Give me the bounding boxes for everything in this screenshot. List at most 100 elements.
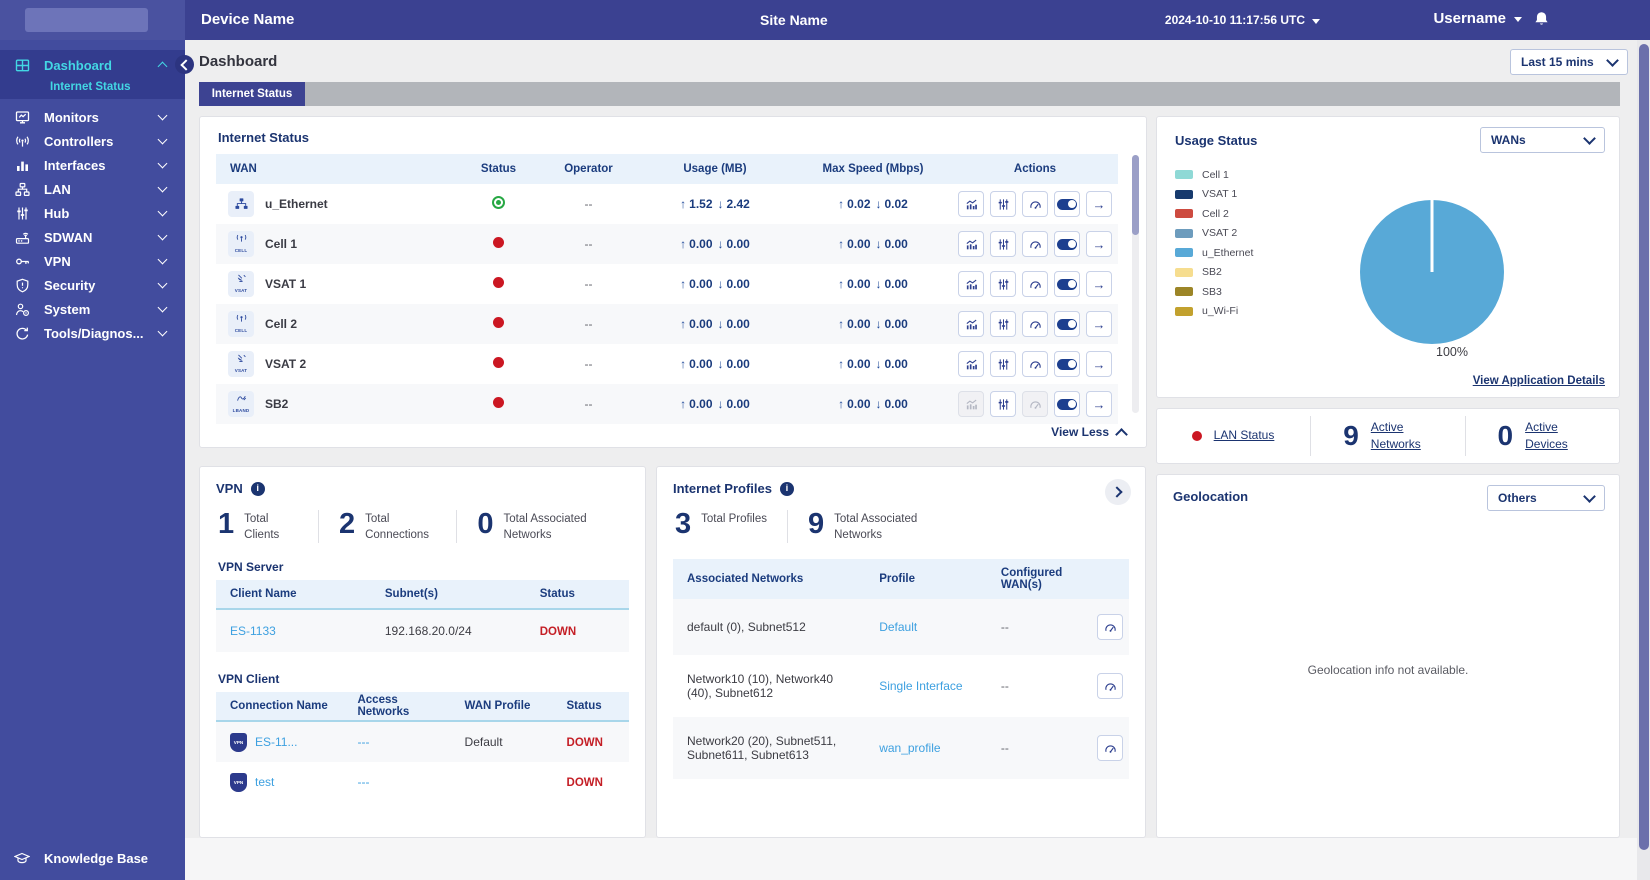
usage-chart-button[interactable] (958, 231, 984, 257)
configure-button[interactable] (990, 351, 1016, 377)
usage-pie-chart[interactable] (1360, 200, 1504, 344)
user-menu[interactable]: Username (1433, 10, 1522, 27)
subnets-value: 192.168.20.0/24 (384, 624, 472, 639)
sidebar-item-system[interactable]: System (0, 297, 185, 321)
upload-icon (680, 397, 686, 411)
profile-link[interactable]: wan_profile (879, 741, 940, 755)
wan-details-button[interactable] (1086, 191, 1112, 217)
status-down-icon (493, 237, 504, 248)
legend-item: SB3 (1175, 282, 1253, 302)
sidebar-item-dashboard[interactable]: Dashboard (0, 53, 185, 77)
active-devices-link[interactable]: Active Devices (1525, 419, 1587, 454)
vpn-client-link[interactable]: ES-1133 (230, 624, 276, 638)
arrow-right-icon (1093, 237, 1106, 252)
geolocation-source-select[interactable]: Others (1487, 485, 1605, 511)
speed-test-button[interactable] (1022, 351, 1048, 377)
profile-link[interactable]: Single Interface (879, 679, 962, 693)
toggle-on-icon (1057, 358, 1077, 370)
configured-wans-value: -- (1000, 620, 1009, 635)
vpn-client-heading: VPN Client (218, 672, 280, 687)
usage-chart-button[interactable] (958, 271, 984, 297)
vpn-panel: VPN 1Total Clients 2Total Connections 0T… (199, 466, 646, 838)
table-row: test --- DOWN (216, 762, 629, 802)
profile-link[interactable]: Default (879, 620, 917, 634)
time-range-select[interactable]: Last 15 mins (1510, 49, 1628, 75)
notifications-button[interactable] (1533, 10, 1550, 28)
configure-button[interactable] (990, 271, 1016, 297)
download-icon (718, 237, 724, 251)
wan-toggle[interactable] (1054, 271, 1080, 297)
download-icon (876, 397, 882, 411)
connection-link[interactable]: ES-11... (255, 735, 297, 749)
sidebar-item-sdwan[interactable]: SDWAN (0, 225, 185, 249)
knowledge-base-link[interactable]: Knowledge Base (0, 851, 185, 866)
sidebar-item-interfaces[interactable]: Interfaces (0, 153, 185, 177)
speed-test-button[interactable] (1022, 311, 1048, 337)
view-application-details-link[interactable]: View Application Details (1473, 375, 1605, 387)
chart-legend: Cell 1 VSAT 1 Cell 2 VSAT 2 u_Ethernet S… (1175, 165, 1253, 321)
download-icon (876, 277, 882, 291)
active-networks-link[interactable]: Active Networks (1371, 419, 1433, 454)
vpn-stats: 1 Total Clients 2 Total Connections 0 Total… (216, 510, 629, 544)
wan-toggle[interactable] (1054, 351, 1080, 377)
chevron-down-icon (157, 110, 168, 121)
info-icon[interactable] (779, 481, 794, 496)
sidebar-item-security[interactable]: Security (0, 273, 185, 297)
usage-down: 0.00 (726, 237, 750, 251)
sidebar-item-controllers[interactable]: Controllers (0, 129, 185, 153)
wan-details-button[interactable] (1086, 271, 1112, 297)
connection-link[interactable]: test (255, 775, 274, 789)
tab-internet-status[interactable]: Internet Status (199, 82, 305, 106)
speed-test-button[interactable] (1022, 231, 1048, 257)
datetime-dropdown[interactable]: 2024-10-10 11:17:56 UTC (1165, 13, 1320, 27)
wan-toggle[interactable] (1054, 311, 1080, 337)
scrollbar-thumb[interactable] (1638, 44, 1649, 851)
view-less-link[interactable]: View Less (1051, 425, 1128, 441)
arrow-right-icon (1093, 197, 1106, 212)
profiles-expand-button[interactable] (1105, 479, 1131, 505)
usage-chart-button[interactable] (958, 191, 984, 217)
usage-chart-button[interactable] (958, 351, 984, 377)
operator-value: -- (584, 197, 593, 211)
legend-item: Cell 2 (1175, 204, 1253, 224)
upload-icon (838, 357, 844, 371)
wan-details-button[interactable] (1086, 231, 1112, 257)
pie-slice-divider (1430, 200, 1434, 272)
speed-test-button[interactable] (1097, 614, 1123, 641)
arrow-right-icon (1093, 277, 1106, 292)
sidebar-item-vpn[interactable]: VPN (0, 249, 185, 273)
download-icon (876, 197, 882, 211)
configure-button[interactable] (990, 231, 1016, 257)
wan-details-button[interactable] (1086, 311, 1112, 337)
sidebar-item-label: Interfaces (44, 157, 106, 173)
lan-status-link[interactable]: LAN Status (1214, 427, 1276, 444)
sidebar-item-lan[interactable]: LAN (0, 177, 185, 201)
wan-toggle[interactable] (1054, 191, 1080, 217)
sidebar-item-hub[interactable]: Hub (0, 201, 185, 225)
sidebar-collapse-button[interactable] (175, 55, 194, 74)
speed-test-button[interactable] (1097, 673, 1123, 700)
toggle-on-icon (1057, 398, 1077, 410)
wan-toggle[interactable] (1054, 391, 1080, 417)
wan-toggle[interactable] (1054, 231, 1080, 257)
page-scrollbar[interactable] (1637, 40, 1650, 880)
scrollbar-thumb[interactable] (1132, 155, 1139, 235)
speed-test-button[interactable] (1022, 271, 1048, 297)
info-icon[interactable] (250, 481, 265, 496)
wan-details-button[interactable] (1086, 351, 1112, 377)
status-badge: DOWN (566, 777, 603, 790)
sidebar-item-label: VPN (44, 253, 71, 269)
sidebar-item-tools-diagnostics[interactable]: Tools/Diagnos... (0, 321, 185, 345)
usage-scope-select[interactable]: WANs (1480, 127, 1605, 153)
sidebar-item-monitors[interactable]: Monitors (0, 105, 185, 129)
wan-details-button[interactable] (1086, 391, 1112, 417)
configure-button[interactable] (990, 311, 1016, 337)
speed-test-button[interactable] (1022, 191, 1048, 217)
table-row: default (0), Subnet512 Default -- (673, 599, 1129, 656)
usage-chart-button[interactable] (958, 311, 984, 337)
sidebar-item-internet-status[interactable]: Internet Status (0, 77, 185, 93)
speed-test-button[interactable] (1097, 735, 1123, 762)
configure-button[interactable] (990, 391, 1016, 417)
table-scrollbar[interactable] (1132, 155, 1139, 413)
configure-button[interactable] (990, 191, 1016, 217)
